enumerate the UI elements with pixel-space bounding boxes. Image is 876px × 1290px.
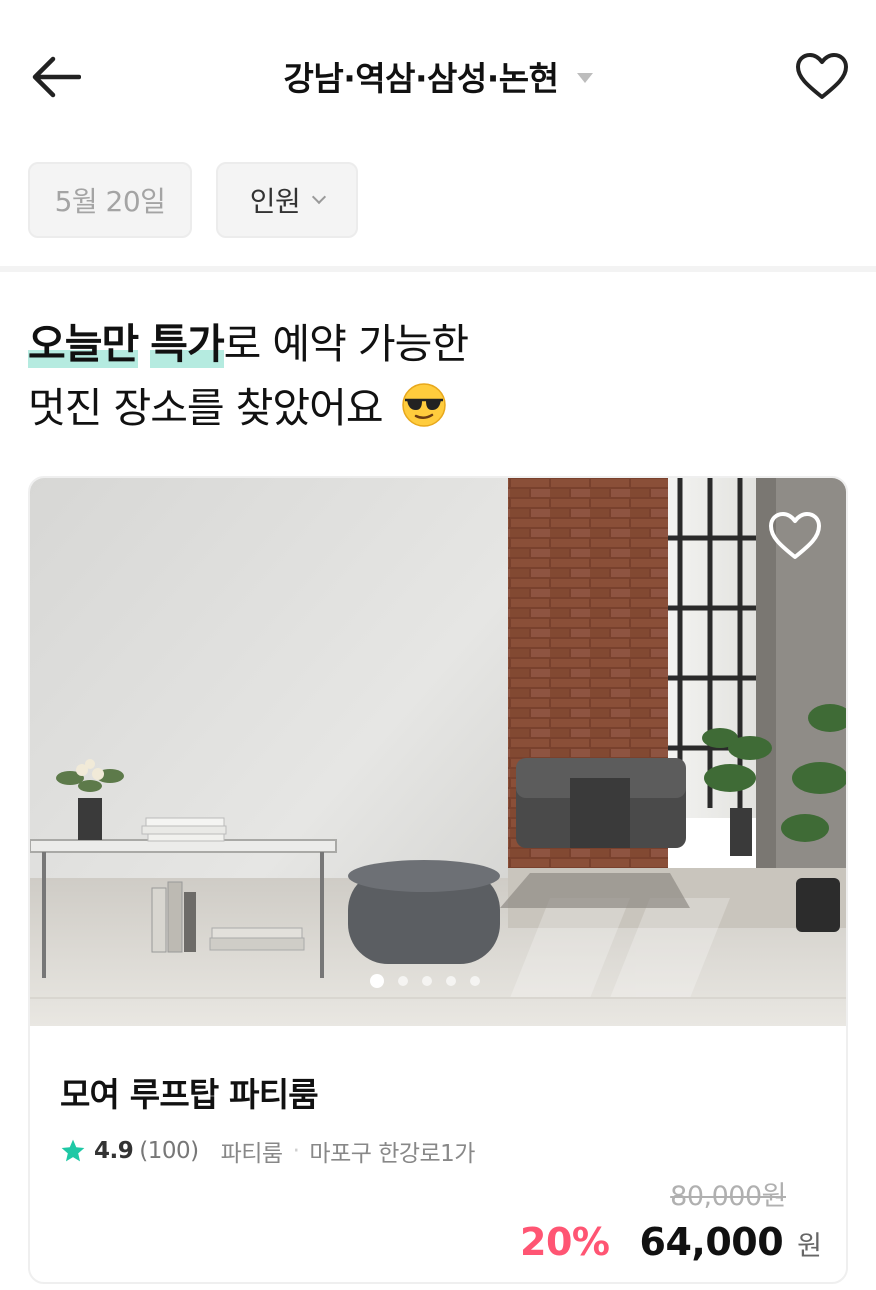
caret-down-icon bbox=[576, 73, 593, 83]
headline-line-2-text: 멋진 장소를 찾았어요 bbox=[28, 384, 384, 432]
original-price: 80,000원 bbox=[670, 1181, 786, 1212]
headline-highlight-special: 특가 bbox=[150, 320, 225, 368]
carousel-dot[interactable] bbox=[422, 976, 432, 986]
headline-line-2: 멋진 장소를 찾았어요 bbox=[28, 376, 468, 440]
section-divider bbox=[0, 266, 876, 272]
star-icon bbox=[61, 1139, 85, 1162]
chevron-down-icon bbox=[312, 189, 327, 205]
carousel-dot[interactable] bbox=[398, 976, 408, 986]
carousel-indicator bbox=[30, 974, 846, 988]
carousel-dot[interactable] bbox=[370, 974, 384, 988]
carousel-dot[interactable] bbox=[446, 976, 456, 986]
price-row: 20% 64,000 원 bbox=[520, 1220, 822, 1264]
meta-separator: · bbox=[292, 1138, 300, 1164]
card-heart-icon[interactable] bbox=[768, 510, 822, 562]
location-selector[interactable]: 강남·역삼·삼성·논현 bbox=[0, 52, 876, 100]
review-count: (100) bbox=[139, 1138, 199, 1164]
favorites-button[interactable] bbox=[792, 48, 852, 106]
listing-meta: 4.9 (100) 파티룸 · 마포구 한강로1가 bbox=[60, 1134, 475, 1168]
listing-name: 모여 루프탑 파티룸 bbox=[60, 1075, 319, 1114]
rating-value: 4.9 bbox=[94, 1138, 134, 1164]
listing-photo-image bbox=[30, 478, 846, 1026]
listing-category: 파티룸 bbox=[220, 1141, 283, 1167]
discount-rate: 20% bbox=[520, 1220, 610, 1264]
promo-headline: 오늘만 특가로 예약 가능한 멋진 장소를 찾았어요 bbox=[28, 312, 469, 440]
date-filter-chip[interactable]: 5월 20일 bbox=[28, 162, 192, 238]
headline-line-1: 오늘만 특가로 예약 가능한 bbox=[28, 312, 469, 376]
headline-highlight-today: 오늘만 bbox=[28, 320, 139, 368]
listing-photo[interactable] bbox=[30, 478, 846, 1026]
sale-price: 64,000 bbox=[639, 1220, 784, 1264]
date-filter-label: 5월 20일 bbox=[54, 185, 166, 218]
people-filter-chip[interactable]: 인원 bbox=[216, 162, 358, 238]
heart-icon bbox=[796, 53, 848, 99]
filter-bar: 5월 20일 인원 bbox=[28, 162, 358, 238]
people-filter-label: 인원 bbox=[249, 185, 301, 218]
currency-unit: 원 bbox=[797, 1231, 822, 1262]
location-label: 강남·역삼·삼성·논현 bbox=[283, 59, 560, 98]
listing-info: 모여 루프탑 파티룸 4.9 (100) 파티룸 · 마포구 한강로1가 80,… bbox=[30, 1026, 846, 1282]
sunglasses-emoji-icon bbox=[401, 383, 446, 427]
top-bar: 강남·역삼·삼성·논현 bbox=[0, 0, 876, 150]
headline-rest: 로 예약 가능한 bbox=[223, 320, 469, 368]
listing-address: 마포구 한강로1가 bbox=[309, 1141, 475, 1167]
carousel-dot[interactable] bbox=[470, 976, 480, 986]
listing-card[interactable]: 모여 루프탑 파티룸 4.9 (100) 파티룸 · 마포구 한강로1가 80,… bbox=[28, 476, 848, 1284]
